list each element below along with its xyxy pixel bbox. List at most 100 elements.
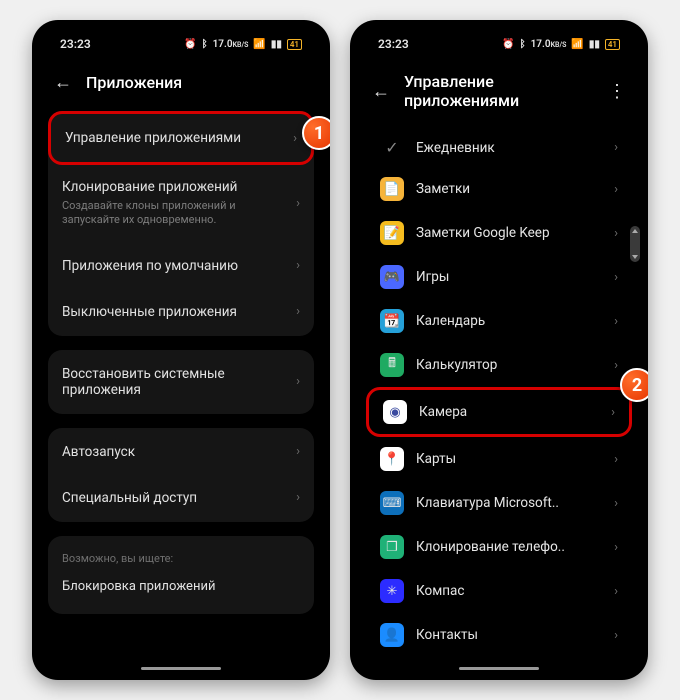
- bluetooth-icon: ᛒ: [202, 39, 208, 50]
- page-title: Приложения: [86, 73, 182, 92]
- chevron-right-icon: ›: [296, 374, 300, 389]
- app-row-заметки-google-keep[interactable]: 📝Заметки Google Keep›: [366, 211, 632, 255]
- app-label: Ежедневник: [416, 140, 495, 156]
- signal-icon: ▮▮: [271, 39, 282, 50]
- chevron-right-icon: ›: [614, 540, 618, 555]
- app-icon: 📝: [380, 221, 404, 245]
- chevron-right-icon: ›: [614, 270, 618, 285]
- step-badge-1: 1: [302, 116, 330, 150]
- chevron-right-icon: ›: [614, 452, 618, 467]
- status-bar: 23:23 ⏰ ᛒ 17.0KB/S 📶 ▮▮ 41: [38, 26, 324, 62]
- phone-left: 1 23:23 ⏰ ᛒ 17.0KB/S 📶 ▮▮ 41 ← Приложени…: [32, 20, 330, 680]
- app-row-клонирование-телефо-[interactable]: ❐ Клонирование телефо.. ›: [366, 525, 632, 569]
- app-list[interactable]: ✓Ежедневник›📄Заметки›📝Заметки Google Kee…: [356, 128, 642, 674]
- app-label: Компас: [416, 583, 464, 599]
- app-row-календарь[interactable]: 📆 Календарь ›: [366, 299, 632, 343]
- status-time: 23:23: [60, 37, 91, 51]
- chevron-right-icon: ›: [614, 628, 618, 643]
- wifi-icon: 📶: [253, 39, 265, 50]
- battery-icon: 41: [605, 39, 620, 50]
- app-row-карты[interactable]: 📍 Карты ›: [366, 437, 632, 481]
- step-badge-2: 2: [620, 368, 648, 402]
- app-icon: ✳: [380, 579, 404, 603]
- alarm-icon: ⏰: [184, 39, 196, 50]
- home-indicator[interactable]: [141, 667, 221, 670]
- bluetooth-icon: ᛒ: [520, 39, 526, 50]
- battery-icon: 41: [287, 39, 302, 50]
- row-label: Управление приложениями: [65, 130, 241, 146]
- app-icon: 📆: [380, 309, 404, 333]
- row-special-access[interactable]: Специальный доступ ›: [48, 476, 314, 522]
- app-row-игры[interactable]: 🎮 Игры ›: [366, 255, 632, 299]
- chevron-right-icon: ›: [614, 584, 618, 599]
- app-row-калькулятор[interactable]: 🖩 Калькулятор ›: [366, 343, 632, 387]
- chevron-right-icon: ›: [614, 496, 618, 511]
- chevron-right-icon: ›: [293, 131, 297, 146]
- app-label: Карты: [416, 451, 456, 467]
- app-icon: ✓: [380, 138, 404, 157]
- app-icon: 🖩: [380, 353, 404, 377]
- app-row-ежедневник[interactable]: ✓ Ежедневник ›: [366, 128, 632, 167]
- status-bar: 23:23 ⏰ ᛒ 17.0KB/S 📶 ▮▮ 41: [356, 26, 642, 62]
- app-icon: ◉: [383, 400, 407, 424]
- chevron-right-icon: ›: [296, 490, 300, 505]
- chevron-right-icon: ›: [614, 314, 618, 329]
- back-icon[interactable]: ←: [372, 81, 390, 102]
- status-indicators: ⏰ ᛒ 17.0KB/S 📶 ▮▮ 41: [184, 39, 302, 50]
- app-row-заметки[interactable]: 📄Заметки›: [366, 167, 632, 211]
- chevron-right-icon: ›: [296, 304, 300, 319]
- app-label: Игры: [416, 269, 449, 285]
- app-icon: ⌨: [380, 491, 404, 515]
- row-label: Выключенные приложения: [62, 304, 237, 320]
- chevron-right-icon: ›: [614, 358, 618, 373]
- row-label: Восстановить системные приложения: [62, 366, 284, 398]
- app-row-контакты[interactable]: 👤 Контакты ›: [366, 613, 632, 657]
- row-label: Приложения по умолчанию: [62, 258, 238, 274]
- row-default-apps[interactable]: Приложения по умолчанию ›: [48, 244, 314, 290]
- app-icon: 👤: [380, 623, 404, 647]
- row-restore-system[interactable]: Восстановить системные приложения ›: [48, 350, 314, 414]
- row-label: Специальный доступ: [62, 490, 197, 506]
- screen-left: 23:23 ⏰ ᛒ 17.0KB/S 📶 ▮▮ 41 ← Приложения …: [38, 26, 324, 674]
- app-label: Контакты: [416, 627, 478, 643]
- row-clone-apps[interactable]: Клонирование приложений Создавайте клоны…: [48, 165, 314, 244]
- status-net: 17.0KB/S: [213, 39, 249, 50]
- more-icon[interactable]: ⋮: [608, 81, 626, 102]
- app-label: Заметки: [416, 181, 470, 197]
- chevron-right-icon: ›: [614, 140, 618, 155]
- chevron-right-icon: ›: [296, 196, 300, 211]
- app-row-компас[interactable]: ✳ Компас ›: [366, 569, 632, 613]
- row-label: Клонирование приложений: [62, 179, 284, 195]
- row-manage-apps[interactable]: Управление приложениями ›: [48, 111, 314, 165]
- app-label: Клонирование телефо..: [416, 539, 565, 555]
- app-label: Календарь: [416, 313, 485, 329]
- row-autostart[interactable]: Автозапуск ›: [48, 428, 314, 476]
- row-sub: Создавайте клоны приложений и запускайте…: [62, 199, 284, 228]
- hint-card: Возможно, вы ищете: Блокировка приложени…: [48, 536, 314, 614]
- chevron-right-icon: ›: [614, 226, 618, 241]
- home-indicator[interactable]: [459, 667, 539, 670]
- app-label: Клавиатура Microsoft..: [416, 495, 559, 511]
- screen-right: 23:23 ⏰ ᛒ 17.0KB/S 📶 ▮▮ 41 ← Управление …: [356, 26, 642, 674]
- app-label: Калькулятор: [416, 357, 497, 373]
- app-icon: 📄: [380, 177, 404, 201]
- hint-item-lock[interactable]: Блокировка приложений: [62, 579, 300, 594]
- row-disabled-apps[interactable]: Выключенные приложения ›: [48, 290, 314, 336]
- signal-icon: ▮▮: [589, 39, 600, 50]
- scroll-handle[interactable]: [630, 226, 640, 262]
- back-icon[interactable]: ←: [54, 72, 72, 93]
- hint-label: Возможно, вы ищете:: [62, 552, 300, 565]
- chevron-right-icon: ›: [296, 258, 300, 273]
- status-net: 17.0KB/S: [531, 39, 567, 50]
- app-row-камера[interactable]: ◉Камера›: [366, 387, 632, 437]
- app-row-клавиатура-microsoft-[interactable]: ⌨ Клавиатура Microsoft.. ›: [366, 481, 632, 525]
- phone-right: 2 23:23 ⏰ ᛒ 17.0KB/S 📶 ▮▮ 41 ← Управлени…: [350, 20, 648, 680]
- header: ← Приложения: [38, 62, 324, 111]
- app-icon: 🎮: [380, 265, 404, 289]
- app-label: Камера: [419, 404, 467, 420]
- header: ← Управление приложениями ⋮: [356, 62, 642, 128]
- wifi-icon: 📶: [571, 39, 583, 50]
- app-icon: 📍: [380, 447, 404, 471]
- app-icon: ❐: [380, 535, 404, 559]
- status-indicators: ⏰ ᛒ 17.0KB/S 📶 ▮▮ 41: [502, 39, 620, 50]
